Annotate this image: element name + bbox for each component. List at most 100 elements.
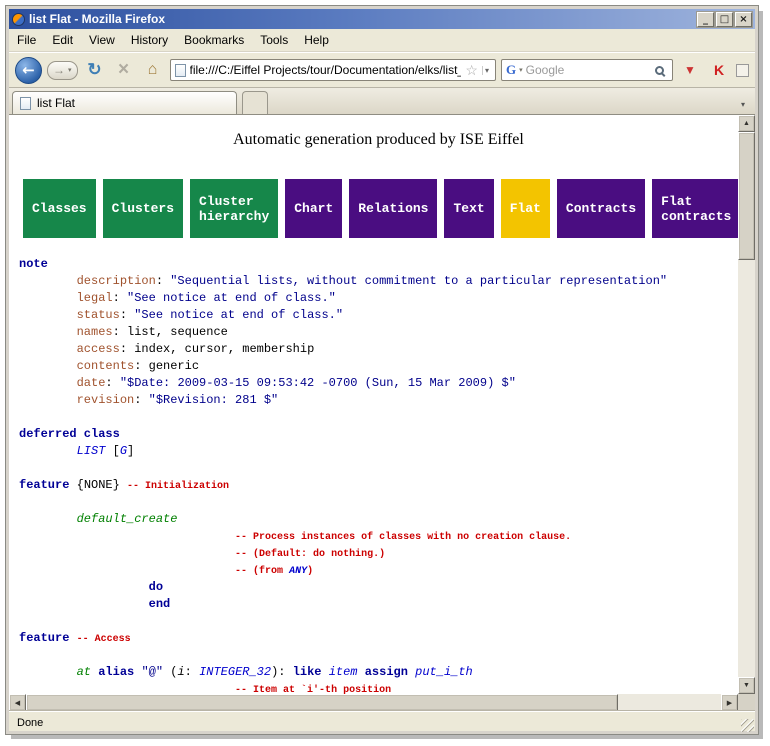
location-bar[interactable]: ☆ ▾ bbox=[170, 59, 496, 81]
page-title: Automatic generation produced by ISE Eif… bbox=[19, 131, 738, 149]
code-line: -- (Default: do nothing.) bbox=[19, 545, 738, 562]
navigation-toolbar: ← → ▾ ↻ × ⌂ ☆ ▾ G ▾ ▼ K bbox=[9, 52, 755, 88]
scroll-up-button[interactable]: ▲ bbox=[738, 115, 755, 132]
resize-grip-icon[interactable] bbox=[741, 719, 754, 732]
code-line: LIST [G] bbox=[19, 443, 738, 460]
code-line bbox=[19, 647, 738, 664]
home-icon: ⌂ bbox=[148, 61, 158, 79]
stop-button[interactable]: × bbox=[112, 58, 136, 82]
code-line: deferred class bbox=[19, 426, 738, 443]
search-engine-dropdown-icon[interactable]: ▾ bbox=[519, 66, 523, 74]
code-line: -- Item at `i'-th position bbox=[19, 681, 738, 694]
tab-list-flat[interactable]: list Flat bbox=[12, 91, 237, 114]
horizontal-scrollbar[interactable]: ◀ ▶ bbox=[9, 694, 738, 711]
class-link[interactable]: INTEGER_32 bbox=[199, 665, 271, 679]
code-line: default_create bbox=[19, 511, 738, 528]
code-line bbox=[19, 613, 738, 630]
home-button[interactable]: ⌂ bbox=[141, 58, 165, 82]
page-favicon bbox=[175, 64, 186, 77]
scroll-left-button[interactable]: ◀ bbox=[9, 694, 26, 711]
download-helper-button[interactable]: ▼ bbox=[678, 58, 702, 82]
vertical-scroll-thumb[interactable] bbox=[738, 132, 755, 260]
menu-tools[interactable]: Tools bbox=[253, 31, 295, 49]
history-dropdown-icon[interactable]: ▾ bbox=[68, 66, 72, 74]
doc-nav-chart[interactable]: Chart bbox=[285, 179, 342, 238]
tab-bar: list Flat ▾ bbox=[9, 88, 755, 115]
doc-nav-buttons: ClassesClustersCluster hierarchyChartRel… bbox=[23, 179, 738, 238]
browser-viewport: Automatic generation produced by ISE Eif… bbox=[9, 115, 755, 711]
minimize-button[interactable]: _ bbox=[697, 12, 714, 27]
download-arrow-icon: ▼ bbox=[684, 63, 696, 77]
google-logo-icon: G bbox=[506, 62, 516, 78]
menu-view[interactable]: View bbox=[82, 31, 122, 49]
code-line: feature {NONE} -- Initialization bbox=[19, 477, 738, 494]
code-line: contents: generic bbox=[19, 358, 738, 375]
titlebar[interactable]: list Flat - Mozilla Firefox _ □ × bbox=[9, 9, 755, 29]
window-controls: _ □ × bbox=[697, 12, 752, 27]
menu-history[interactable]: History bbox=[124, 31, 175, 49]
doc-nav-text[interactable]: Text bbox=[444, 179, 493, 238]
stop-icon: × bbox=[118, 59, 129, 81]
scroll-down-button[interactable]: ▼ bbox=[738, 677, 755, 694]
class-link[interactable]: ANY bbox=[289, 566, 307, 577]
code-line: at alias "@" (i: INTEGER_32): like item … bbox=[19, 664, 738, 681]
menu-bookmarks[interactable]: Bookmarks bbox=[177, 31, 251, 49]
class-link[interactable]: put_i_th bbox=[415, 665, 473, 679]
status-text: Done bbox=[17, 717, 43, 729]
tab-list-dropdown[interactable]: ▾ bbox=[734, 94, 752, 114]
class-link[interactable]: LIST bbox=[77, 444, 106, 458]
close-button[interactable]: × bbox=[735, 12, 752, 27]
horizontal-scroll-thumb[interactable] bbox=[26, 694, 618, 711]
menu-help[interactable]: Help bbox=[297, 31, 336, 49]
extension-button[interactable] bbox=[736, 64, 749, 77]
code-line bbox=[19, 460, 738, 477]
doc-nav-flat[interactable]: Flat bbox=[501, 179, 550, 238]
url-input[interactable] bbox=[190, 63, 462, 77]
bookmark-star-icon[interactable]: ☆ bbox=[465, 63, 478, 77]
doc-nav-cluster-hierarchy[interactable]: Cluster hierarchy bbox=[190, 179, 278, 238]
firefox-icon bbox=[12, 13, 25, 26]
code-line: date: "$Date: 2009-03-15 09:53:42 -0700 … bbox=[19, 375, 738, 392]
doc-nav-classes[interactable]: Classes bbox=[23, 179, 96, 238]
code-line: revision: "$Revision: 281 $" bbox=[19, 392, 738, 409]
vertical-scrollbar[interactable]: ▲ ▼ bbox=[738, 115, 755, 694]
doc-nav-relations[interactable]: Relations bbox=[349, 179, 437, 238]
code-line: -- Process instances of classes with no … bbox=[19, 528, 738, 545]
search-magnifier-icon[interactable] bbox=[655, 66, 664, 75]
back-button[interactable]: ← bbox=[15, 57, 42, 84]
doc-nav-clusters[interactable]: Clusters bbox=[103, 179, 183, 238]
code-line: names: list, sequence bbox=[19, 324, 738, 341]
antivirus-k-icon: K bbox=[714, 62, 724, 78]
menubar: File Edit View History Bookmarks Tools H… bbox=[9, 29, 755, 52]
code-line: -- (from ANY) bbox=[19, 562, 738, 579]
forward-button[interactable]: → ▾ bbox=[47, 61, 78, 80]
code-line: note bbox=[19, 256, 738, 273]
maximize-button[interactable]: □ bbox=[716, 12, 733, 27]
class-link[interactable]: item bbox=[329, 665, 358, 679]
antivirus-extension-button[interactable]: K bbox=[707, 58, 731, 82]
url-dropdown-icon[interactable]: ▾ bbox=[482, 66, 491, 75]
scrollbar-corner bbox=[738, 694, 755, 711]
doc-nav-flat-contracts[interactable]: Flat contracts bbox=[652, 179, 738, 238]
document-page: Automatic generation produced by ISE Eif… bbox=[9, 115, 738, 694]
code-block: note description: "Sequential lists, wit… bbox=[19, 256, 738, 694]
menu-edit[interactable]: Edit bbox=[45, 31, 80, 49]
tab-favicon bbox=[20, 97, 31, 110]
code-line: feature -- Access bbox=[19, 630, 738, 647]
doc-nav-contracts[interactable]: Contracts bbox=[557, 179, 645, 238]
status-bar: Done bbox=[9, 711, 755, 733]
code-line: access: index, cursor, membership bbox=[19, 341, 738, 358]
search-bar[interactable]: G ▾ bbox=[501, 59, 673, 81]
code-line: legal: "See notice at end of class." bbox=[19, 290, 738, 307]
tab-label: list Flat bbox=[37, 96, 75, 110]
class-link[interactable]: G bbox=[120, 444, 127, 458]
code-line: do bbox=[19, 579, 738, 596]
browser-window: list Flat - Mozilla Firefox _ □ × File E… bbox=[6, 6, 758, 734]
scroll-right-button[interactable]: ▶ bbox=[721, 694, 738, 711]
reload-button[interactable]: ↻ bbox=[83, 58, 107, 82]
window-title: list Flat - Mozilla Firefox bbox=[29, 12, 693, 26]
new-tab-stub[interactable] bbox=[242, 91, 268, 114]
code-line bbox=[19, 409, 738, 426]
menu-file[interactable]: File bbox=[10, 31, 43, 49]
search-input[interactable] bbox=[526, 63, 652, 77]
